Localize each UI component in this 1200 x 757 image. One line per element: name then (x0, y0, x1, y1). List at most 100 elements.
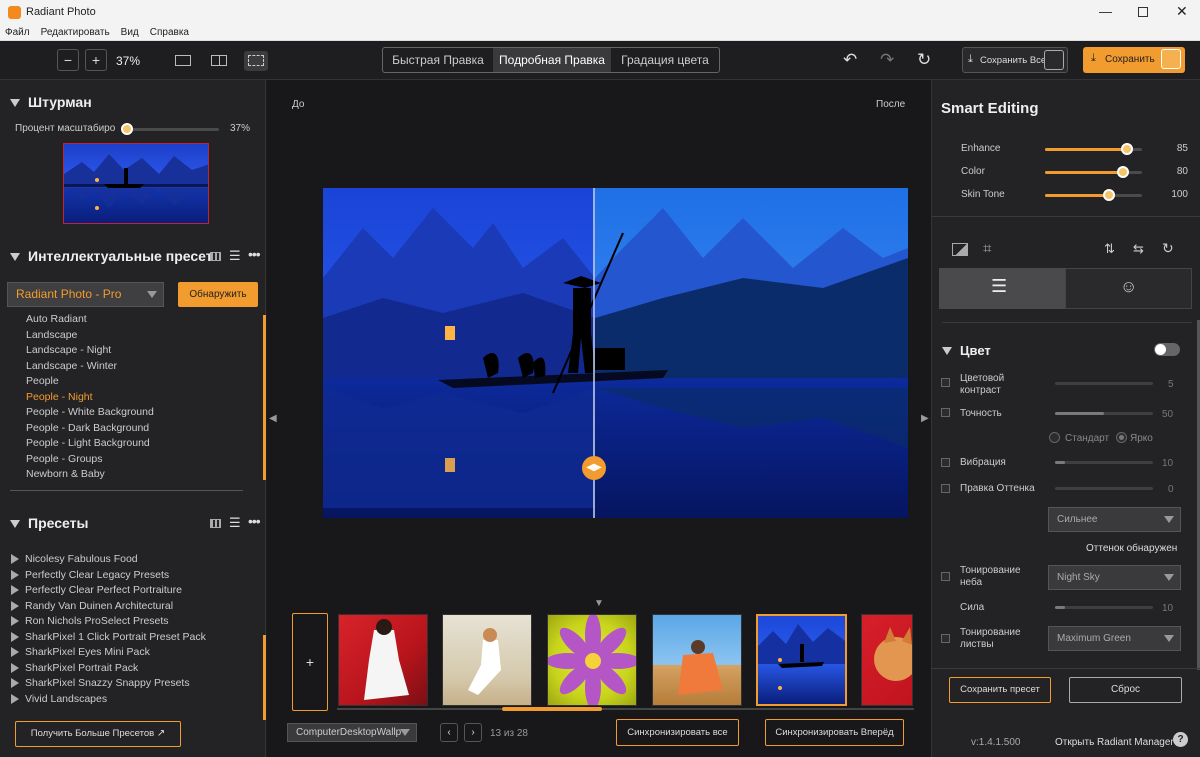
help-icon[interactable]: ? (1173, 732, 1188, 747)
smart-preset-item[interactable]: People - Light Background (26, 436, 246, 452)
smart-preset-item[interactable]: Newborn & Baby (26, 467, 246, 483)
list-view-icon[interactable]: ☰ (229, 248, 241, 264)
filmstrip-thumb[interactable] (861, 614, 913, 706)
navigator-thumbnail[interactable] (63, 143, 209, 224)
preset-folder-item[interactable]: SharkPixel Eyes Mini Pack (11, 645, 256, 661)
minimize-icon[interactable]: — (1099, 4, 1112, 19)
rotate-icon[interactable]: ↻ (1162, 240, 1174, 257)
tab-detailed-edit[interactable]: Подробная Правка (493, 48, 611, 72)
reset-button[interactable]: Сброс (1069, 677, 1182, 703)
tab-adjustments[interactable]: ☰ (939, 268, 1065, 309)
tint-slider[interactable] (1055, 487, 1153, 490)
get-more-presets-button[interactable]: Получить Больше Пресетов ↗ (15, 721, 181, 747)
filmstrip-toggle-icon[interactable]: ▼ (594, 598, 604, 609)
menu-help[interactable]: Справка (150, 27, 189, 38)
smart-slider-knob[interactable] (1117, 166, 1129, 178)
save-all-settings-icon[interactable] (1044, 50, 1064, 70)
open-manager-link[interactable]: Открыть Radiant Manager (1055, 737, 1174, 748)
crop-icon[interactable]: ⌗ (983, 240, 991, 257)
strength-slider[interactable] (1055, 606, 1153, 609)
tab-portrait[interactable]: ☺ (1065, 268, 1192, 309)
add-image-button[interactable]: + (292, 613, 328, 711)
presets-header[interactable]: Пресеты (10, 515, 88, 531)
more-options-icon[interactable]: ••• (248, 513, 261, 529)
filmstrip-scrollbar[interactable] (337, 708, 914, 710)
filmstrip-thumb-selected[interactable] (756, 614, 847, 706)
scale-slider-knob[interactable] (121, 123, 133, 135)
save-settings-icon[interactable] (1161, 49, 1181, 69)
filmstrip-scroll-thumb[interactable] (502, 707, 602, 711)
preset-folder-item[interactable]: Ron Nichols ProSelect Presets (11, 614, 256, 630)
radio-bright[interactable] (1116, 432, 1127, 443)
save-all-button[interactable]: ⤓ Сохранить Все (962, 47, 1068, 73)
filmstrip-thumb[interactable] (338, 614, 428, 706)
smart-presets-scrollbar[interactable] (263, 315, 266, 480)
tab-color-grading[interactable]: Градация цвета (611, 48, 719, 72)
flip-horizontal-icon[interactable]: ⇆ (1133, 241, 1144, 257)
split-view-icon[interactable] (244, 51, 268, 71)
radio-standard[interactable] (1049, 432, 1060, 443)
left-panel-toggle-icon[interactable]: ◀ (269, 413, 277, 424)
split-handle[interactable]: ◀▶ (582, 456, 606, 480)
smart-preset-item[interactable]: Auto Radiant (26, 312, 246, 328)
single-view-icon[interactable] (175, 55, 191, 66)
color-section-header[interactable]: Цвет (942, 343, 991, 358)
filmstrip-thumb[interactable] (442, 614, 532, 706)
preset-folder-item[interactable]: Perfectly Clear Perfect Portraiture (11, 583, 256, 599)
vibrance-checkbox[interactable] (941, 458, 950, 467)
smart-preset-item[interactable]: Landscape (26, 328, 246, 344)
presets-scrollbar[interactable] (263, 635, 266, 720)
smart-preset-item[interactable]: People (26, 374, 246, 390)
prev-image-button[interactable]: ‹ (440, 723, 458, 742)
contrast-slider[interactable] (1055, 382, 1153, 385)
menu-view[interactable]: Вид (121, 27, 139, 38)
smart-preset-item[interactable]: Landscape - Winter (26, 359, 246, 375)
contrast-checkbox[interactable] (941, 378, 950, 387)
color-section-toggle[interactable] (1154, 343, 1180, 356)
undo-icon[interactable]: ↶ (843, 50, 857, 70)
close-icon[interactable]: ✕ (1176, 3, 1188, 20)
save-preset-button[interactable]: Сохранить пресет (949, 677, 1051, 703)
preset-folder-item[interactable]: SharkPixel Snazzy Snappy Presets (11, 676, 256, 692)
scale-slider[interactable] (127, 128, 219, 131)
preview-image[interactable]: ◀▶ (323, 188, 908, 518)
sync-all-button[interactable]: Синхронизировать все (616, 719, 739, 746)
smart-slider-knob[interactable] (1121, 143, 1133, 155)
foliage-dropdown[interactable]: Maximum Green (1048, 626, 1181, 651)
navigator-header[interactable]: Штурман (10, 94, 92, 110)
smart-presets-header[interactable]: Интеллектуальные пресеты (10, 248, 210, 264)
preset-folder-item[interactable]: SharkPixel 1 Click Portrait Preset Pack (11, 630, 256, 646)
preset-folder-item[interactable]: Nicolesy Fabulous Food (11, 552, 256, 568)
image-icon[interactable] (952, 243, 968, 256)
smart-preset-item[interactable]: People - White Background (26, 405, 246, 421)
next-image-button[interactable]: › (464, 723, 482, 742)
flip-vertical-icon[interactable]: ⇅ (1104, 241, 1115, 257)
preset-folder-item[interactable]: Randy Van Duinen Architectural (11, 599, 256, 615)
filmstrip-thumb[interactable] (547, 614, 637, 706)
zoom-in-button[interactable]: + (85, 49, 107, 71)
sky-checkbox[interactable] (941, 572, 950, 581)
vibrance-slider[interactable] (1055, 461, 1153, 464)
grid-view-icon[interactable] (210, 252, 221, 261)
sync-forward-button[interactable]: Синхронизировать Вперёд (765, 719, 904, 746)
smart-preset-item[interactable]: People - Groups (26, 452, 246, 468)
smart-slider-knob[interactable] (1103, 189, 1115, 201)
side-by-side-icon[interactable] (211, 55, 227, 66)
preset-pack-dropdown[interactable]: Radiant Photo - Pro (7, 282, 164, 307)
detect-button[interactable]: Обнаружить (178, 282, 258, 307)
preset-folder-item[interactable]: Perfectly Clear Legacy Presets (11, 568, 256, 584)
more-options-icon[interactable]: ••• (248, 246, 261, 262)
menu-file[interactable]: Файл (5, 27, 30, 38)
maximize-icon[interactable] (1138, 7, 1148, 17)
foliage-checkbox[interactable] (941, 634, 950, 643)
redo-icon[interactable]: ↷ (880, 50, 894, 70)
smart-preset-item[interactable]: Landscape - Night (26, 343, 246, 359)
right-panel-toggle-icon[interactable]: ▶ (921, 413, 929, 424)
preset-folder-item[interactable]: SharkPixel Portrait Pack (11, 661, 256, 677)
tab-quick-edit[interactable]: Быстрая Правка (383, 48, 493, 72)
smart-preset-item[interactable]: People - Night (26, 390, 246, 406)
sky-dropdown[interactable]: Night Sky (1048, 565, 1181, 590)
grid-view-icon[interactable] (210, 519, 221, 528)
accuracy-checkbox[interactable] (941, 408, 950, 417)
folder-dropdown[interactable]: ComputerDesktopWallp (287, 723, 417, 742)
